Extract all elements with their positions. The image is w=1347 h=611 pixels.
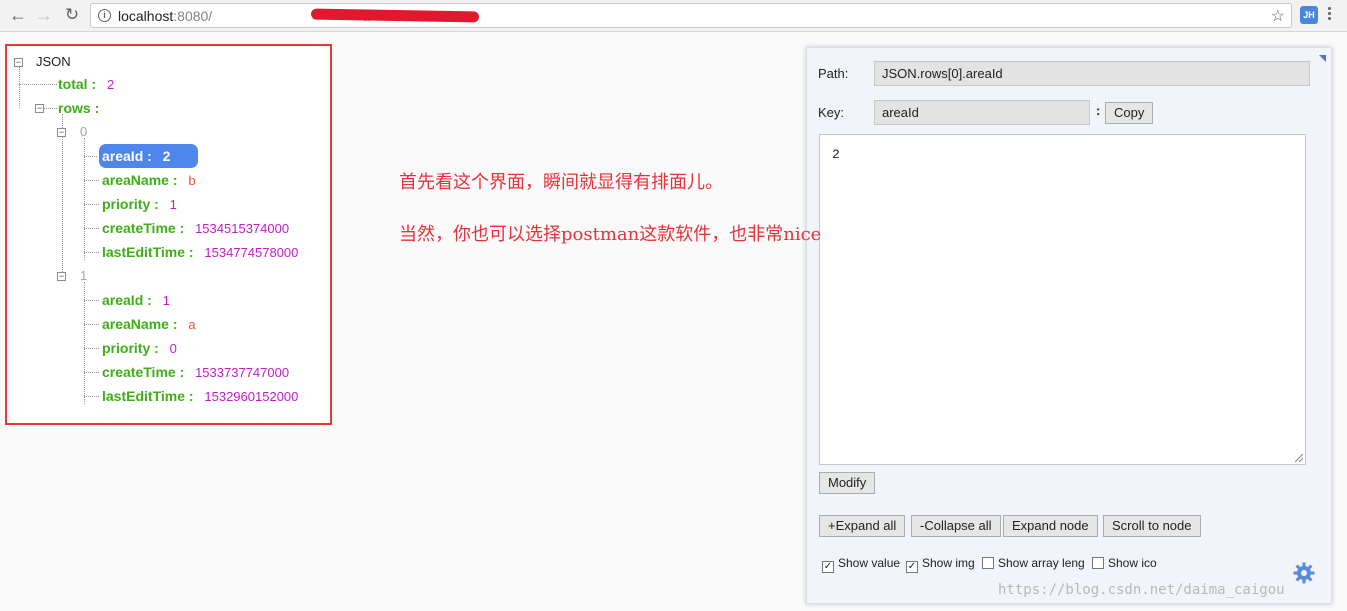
show-ico-checkbox[interactable]: Show ico	[1092, 556, 1157, 570]
reload-icon[interactable]: ↻	[60, 4, 84, 26]
tree-node-field[interactable]: areaId : 2	[102, 147, 170, 165]
menu-kebab-icon[interactable]	[1328, 5, 1332, 25]
checkbox-unchecked-icon[interactable]	[982, 557, 994, 569]
checkbox-checked-icon[interactable]: ✓	[822, 561, 834, 573]
resize-handle-icon[interactable]	[1295, 454, 1303, 462]
copy-button[interactable]: Copy	[1105, 102, 1154, 124]
tree-root-label[interactable]: JSON	[36, 53, 71, 71]
annotation-text: 当然，你也可以选择postman这款软件，也非常nice	[399, 224, 822, 245]
tree-node-field[interactable]: createTime : 1533737747000	[102, 363, 289, 381]
show-value-checkbox[interactable]: ✓ Show value	[822, 556, 900, 573]
annotation-text: 首先看这个界面，瞬间就显得有排面儿。	[399, 172, 723, 193]
tree-node-field[interactable]: priority : 1	[102, 195, 177, 213]
key-field[interactable]: areaId	[874, 100, 1090, 125]
collapse-all-button[interactable]: -Collapse all	[911, 515, 1001, 537]
checkbox-checked-icon[interactable]: ✓	[906, 561, 918, 573]
modify-button[interactable]: Modify	[819, 472, 876, 494]
key-colon: :	[1096, 103, 1101, 118]
forward-arrow-icon[interactable]: →	[32, 4, 56, 26]
scroll-to-node-button[interactable]: Scroll to node	[1103, 515, 1201, 537]
tree-node-field[interactable]: areaName : a	[102, 315, 196, 333]
tree-node-index[interactable]: 0	[80, 123, 87, 141]
tree-node-field[interactable]: priority : 0	[102, 339, 177, 357]
back-arrow-icon[interactable]: ←	[6, 4, 30, 26]
tree-node-field[interactable]: areaName : b	[102, 171, 196, 189]
tree-node-rows[interactable]: rows :	[58, 99, 99, 117]
tree-node-index[interactable]: 1	[80, 267, 87, 285]
gear-icon[interactable]	[1292, 561, 1316, 585]
collapse-toggle-icon[interactable]: −	[57, 272, 66, 281]
json-tree-panel: − JSON total : 2 − rows : − 0 areaId : 2…	[5, 44, 332, 425]
tree-node-field[interactable]: lastEditTime : 1532960152000	[102, 387, 298, 405]
extension-icon[interactable]: JH	[1300, 6, 1318, 24]
expand-all-button[interactable]: +Expand all	[819, 515, 906, 537]
panel-corner-icon[interactable]	[1319, 55, 1326, 62]
watermark-text: https://blog.csdn.net/daima_caigou	[998, 582, 1285, 598]
node-editor-panel: Path: JSON.rows[0].areaId Key: areaId : …	[806, 47, 1332, 604]
key-label: Key:	[818, 105, 845, 120]
json-tree: − JSON total : 2 − rows : − 0 areaId : 2…	[7, 46, 330, 423]
expand-node-button[interactable]: Expand node	[1003, 515, 1098, 537]
tree-node-field[interactable]: lastEditTime : 1534774578000	[102, 243, 298, 261]
collapse-toggle-icon[interactable]: −	[57, 128, 66, 137]
collapse-toggle-icon[interactable]: −	[35, 104, 44, 113]
checkbox-unchecked-icon[interactable]	[1092, 557, 1104, 569]
show-img-checkbox[interactable]: ✓ Show img	[906, 556, 975, 573]
browser-toolbar: ← → ↻ i localhost:8080/a ☆ JH	[0, 0, 1347, 32]
path-field[interactable]: JSON.rows[0].areaId	[874, 61, 1310, 86]
value-editor[interactable]: 2	[819, 134, 1306, 465]
show-array-length-checkbox[interactable]: Show array leng	[982, 556, 1085, 570]
tree-node-field[interactable]: createTime : 1534515374000	[102, 219, 289, 237]
tree-node-total[interactable]: total : 2	[58, 75, 114, 93]
collapse-toggle-icon[interactable]: −	[14, 58, 23, 67]
bookmark-star-icon[interactable]: ☆	[1271, 6, 1285, 26]
path-label: Path:	[818, 66, 849, 81]
info-icon[interactable]: i	[98, 9, 111, 22]
tree-node-field[interactable]: areaId : 1	[102, 291, 170, 309]
address-bar[interactable]: i localhost:8080/a ☆	[90, 3, 1292, 28]
